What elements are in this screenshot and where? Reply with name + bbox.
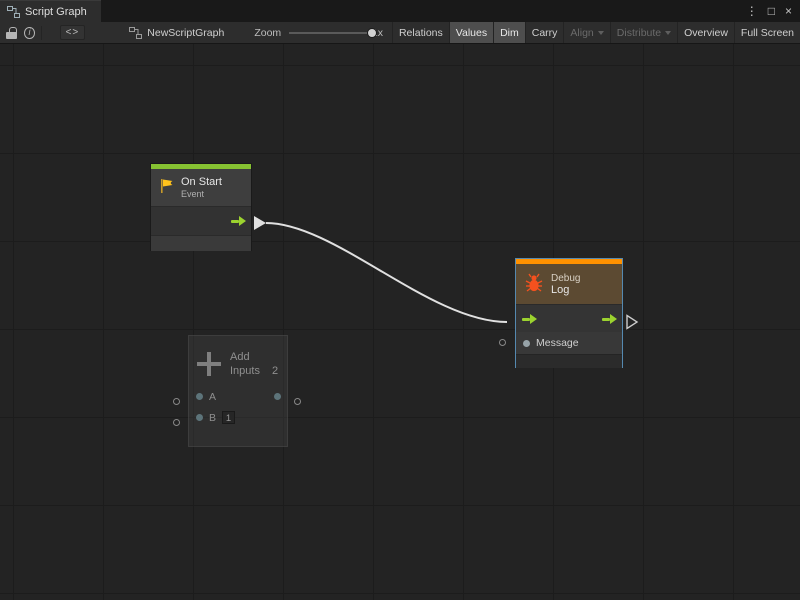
zoom-slider-knob[interactable] [367,28,377,38]
message-port-row: Message [516,332,622,354]
graph-canvas[interactable]: On Start Event [0,44,800,600]
flow-output-port[interactable] [601,313,617,325]
align-button[interactable]: Align [563,22,609,43]
port-row-b: B 1 [189,407,287,428]
flow-output-port[interactable] [230,215,246,227]
menu-icon[interactable]: ⋮ [744,0,760,22]
overview-button[interactable]: Overview [677,22,734,43]
flow-port-row [516,304,622,332]
plus-icon [197,352,221,376]
port-b-label: B [209,412,216,424]
tab-script-graph[interactable]: Script Graph [0,0,101,22]
node-header: Add Inputs 2 [189,336,287,386]
close-icon[interactable]: × [783,0,794,22]
node-title: Add [230,351,278,363]
node-title: Debug [551,273,580,284]
flow-input-port[interactable] [521,313,537,325]
connection-layer [0,44,800,600]
node-title: On Start [181,176,222,188]
port-row-a: A [189,386,287,407]
node-footer [151,235,251,251]
value-port-icon[interactable] [523,340,530,347]
dropdown-caret-icon [598,31,604,35]
node-subtitle: Inputs [230,365,260,377]
flag-icon [158,177,175,198]
port-a-label: A [209,391,216,403]
output-port-ring-icon[interactable] [294,398,301,405]
graph-name[interactable]: NewScriptGraph [129,27,224,39]
node-header: On Start Event [151,169,251,206]
maximize-icon[interactable]: □ [766,0,777,22]
node-subtitle: Event [181,189,222,199]
code-icon[interactable]: <> [60,25,86,40]
distribute-button[interactable]: Distribute [610,22,677,43]
toolbar: <> NewScriptGraph Zoom 1x Relations Valu… [0,22,800,44]
relations-button[interactable]: Relations [392,22,449,43]
node-footer [516,354,622,368]
node-debug-log[interactable]: Debug Log Message [515,258,623,368]
flow-port-row [151,206,251,235]
port-a-ring-icon[interactable] [173,398,180,405]
value-port-icon[interactable] [196,393,203,400]
info-icon[interactable] [24,27,34,39]
zoom-label: Zoom [254,27,281,39]
node-subtitle: Log [551,284,580,296]
port-b-ring-icon[interactable] [173,419,180,426]
align-button-label: Align [570,27,593,39]
script-graph-icon [129,27,142,39]
input-count: 2 [272,365,278,377]
toolbar-buttons: Relations Values Dim Carry Align Distrib… [392,22,800,43]
script-graph-window: Script Graph ⋮ □ × <> NewScriptGraph Zoo… [0,0,800,600]
message-port-ring-icon[interactable] [499,339,506,346]
value-port-icon[interactable] [196,414,203,421]
fullscreen-button[interactable]: Full Screen [734,22,800,43]
graph-icon [7,6,20,18]
port-b-value-input[interactable]: 1 [222,411,235,424]
connection-start-arrow-icon [254,216,266,230]
dim-button[interactable]: Dim [493,22,525,43]
toolbar-divider [41,26,42,40]
titlebar: Script Graph ⋮ □ × [0,0,800,22]
bug-icon [523,272,545,297]
tab-title: Script Graph [25,6,87,18]
message-port-label: Message [536,337,579,349]
values-button[interactable]: Values [449,22,493,43]
zoom-slider[interactable] [289,28,367,38]
window-controls: ⋮ □ × [744,0,800,22]
node-on-start[interactable]: On Start Event [150,163,252,251]
graph-name-label: NewScriptGraph [147,27,224,39]
node-add-ghost[interactable]: Add Inputs 2 A B 1 [188,335,288,447]
distribute-button-label: Distribute [617,27,661,39]
node-header: Debug Log [516,264,622,304]
flow-connection[interactable] [266,223,507,322]
lock-icon[interactable] [6,27,15,39]
dropdown-caret-icon [665,31,671,35]
carry-button[interactable]: Carry [525,22,564,43]
output-port-icon[interactable] [274,393,281,400]
output-stub-arrow-icon[interactable] [627,316,637,329]
